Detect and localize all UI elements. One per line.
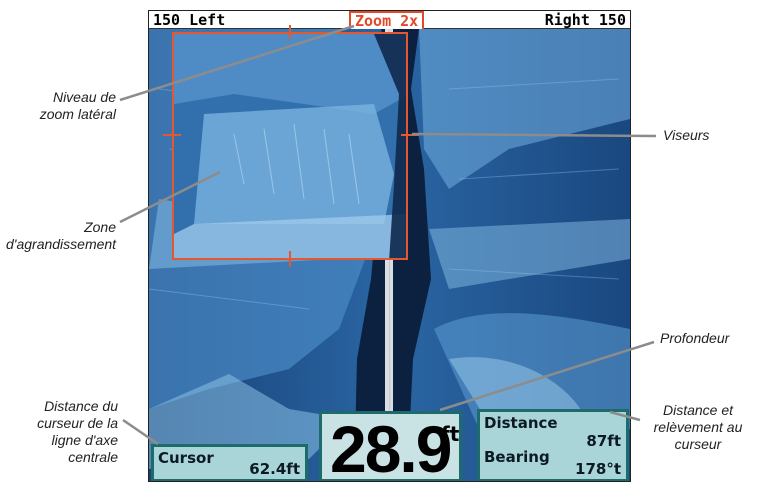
crosshair-right-tick bbox=[401, 134, 419, 136]
callout-depth: Profondeur bbox=[660, 330, 730, 346]
cursor-value: 62.4ft bbox=[249, 460, 300, 478]
top-status-bar: 150 Left Zoom 2x Right 150 bbox=[149, 11, 630, 31]
right-range-label: Right 150 bbox=[544, 11, 626, 29]
left-range-label: 150 Left bbox=[153, 11, 226, 29]
depth-unit: ft bbox=[441, 422, 460, 446]
zoom-level-label: Zoom 2x bbox=[349, 11, 425, 31]
cursor-distance-box: Cursor 62.4ft bbox=[151, 444, 308, 481]
callout-distance-bearing: Distance et relèvement au curseur bbox=[653, 402, 743, 452]
distance-value: 87ft bbox=[586, 432, 621, 450]
bearing-label: Bearing bbox=[484, 448, 550, 466]
bearing-value: 178°t bbox=[575, 460, 621, 478]
callout-zoom-area: Zone d'agrandissement bbox=[6, 219, 117, 252]
cursor-label: Cursor bbox=[158, 449, 214, 467]
distance-label: Distance bbox=[484, 414, 558, 432]
callout-crosshairs: Viseurs bbox=[663, 127, 710, 143]
crosshair-bottom-tick bbox=[289, 251, 291, 267]
crosshair-top-tick bbox=[289, 25, 291, 39]
callout-cursor-distance: Distance du curseur de la ligne d'axe ce… bbox=[37, 398, 118, 465]
zoom-window[interactable] bbox=[172, 32, 408, 260]
callout-lateral-zoom-level: Niveau de zoom latéral bbox=[39, 89, 116, 122]
depth-box: 28.9 ft bbox=[319, 411, 462, 482]
sonar-screen: 150 Left Zoom 2x Right 150 Cursor 62.4ft… bbox=[148, 10, 631, 482]
crosshair-left-tick bbox=[163, 134, 181, 136]
zoomed-sonar-image bbox=[174, 34, 406, 258]
distance-bearing-box: Distance 87ft Bearing 178°t bbox=[477, 409, 629, 481]
depth-value: 28.9 bbox=[330, 412, 452, 482]
